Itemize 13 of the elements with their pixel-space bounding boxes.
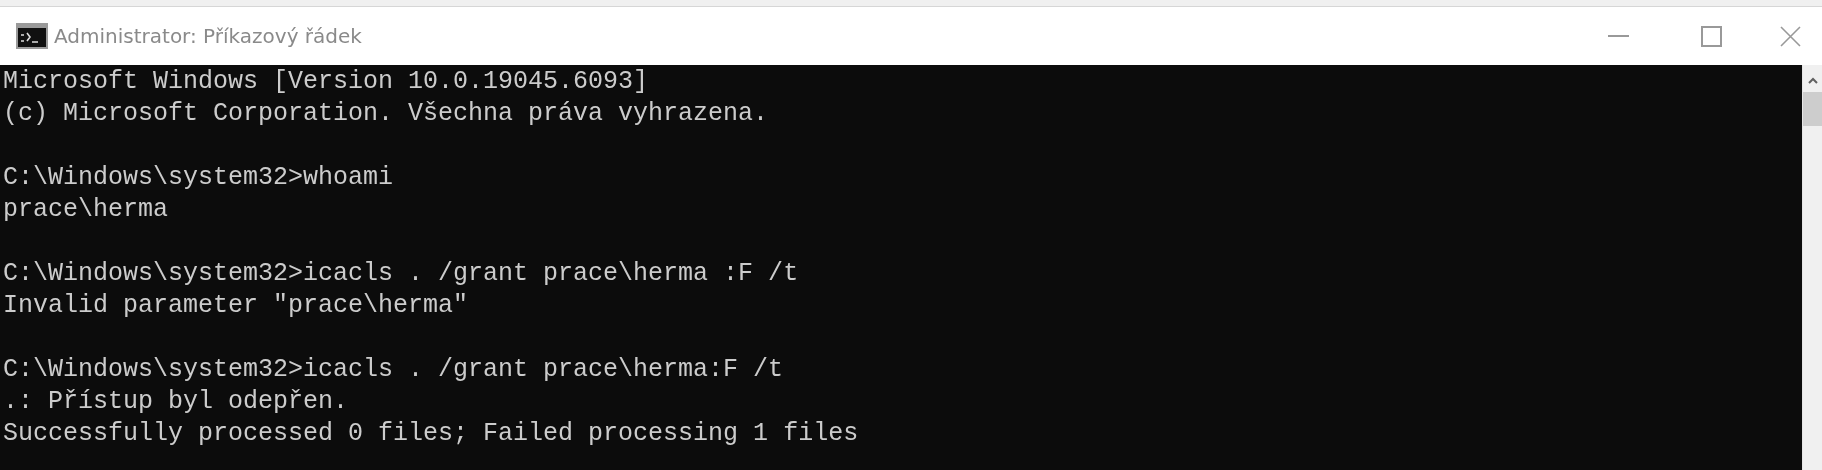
console-line: Invalid parameter "prace\herma" — [3, 290, 469, 322]
console-line: C:\Windows\system32>icacls . /grant prace\herma :F /t — [3, 258, 799, 290]
scrollbar[interactable] — [1802, 65, 1822, 470]
console-line: (c) Microsoft Corporation. Všechna práva vyhrazena. — [3, 98, 769, 130]
console-line: .: Přístup byl odepřen. — [3, 386, 349, 418]
console-line: C:\Windows\system32>whoami — [3, 162, 394, 194]
scrollbar-thumb[interactable] — [1803, 92, 1822, 126]
console-line: prace\herma — [3, 194, 169, 226]
window-title: Administrator: Příkazový řádek — [54, 24, 363, 48]
console-line: Successfully processed 0 files; Failed processing 1 files — [3, 418, 859, 450]
console-line: C:\Windows\system32>icacls . /grant prace\herma:F /t — [3, 354, 784, 386]
terminal-icon — [16, 23, 48, 49]
console-line: Microsoft Windows [Version 10.0.19045.6093] — [3, 66, 649, 98]
